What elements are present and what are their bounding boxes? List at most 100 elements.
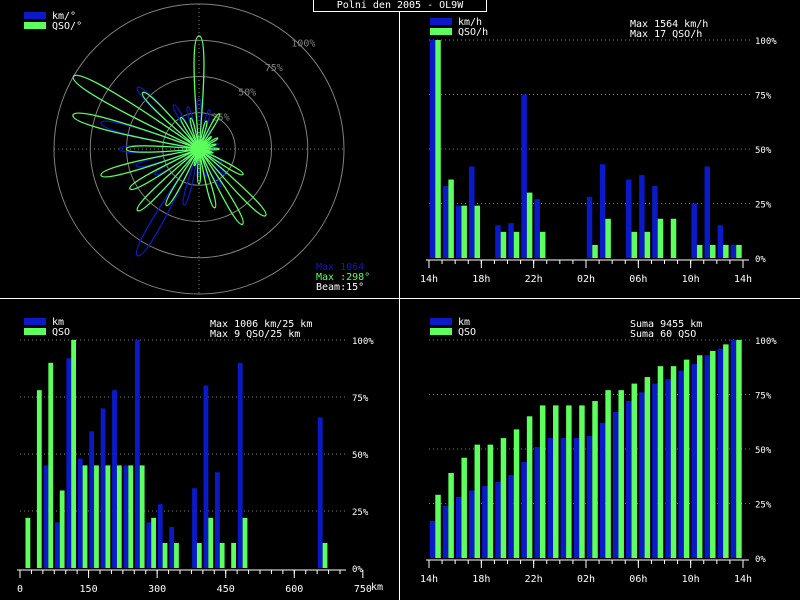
x-tick-label: 750 (354, 584, 372, 595)
legend-swatch (24, 328, 46, 335)
bar-green (723, 244, 729, 258)
y-tick-label: 50% (755, 146, 772, 156)
bar-blue (429, 520, 436, 558)
bar-blue (704, 355, 711, 558)
legend-swatch (430, 28, 452, 35)
bar-green (94, 465, 99, 568)
bar-blue (429, 40, 436, 258)
bar-green (605, 390, 611, 558)
info-text: Suma 60 QSO (630, 329, 696, 340)
bar-green (174, 542, 179, 568)
bar-green (448, 179, 454, 258)
bar-green (696, 244, 703, 258)
bar-blue (469, 490, 475, 558)
x-tick-label: 14h (420, 274, 438, 285)
x-tick-label: 450 (217, 584, 235, 595)
bar-blue (134, 340, 140, 568)
x-tick-label: 22h (525, 274, 543, 285)
y-tick-label: 75% (755, 92, 772, 102)
bar-green (487, 444, 494, 558)
y-tick-label: 25% (755, 501, 772, 511)
bar-blue (112, 390, 117, 568)
bar-green (631, 231, 638, 258)
x-tick-label: 150 (80, 584, 98, 595)
bar-blue (639, 392, 645, 558)
chart-title: Polni den 2005 - OL9W (313, 0, 487, 12)
bar-green (513, 429, 520, 558)
bar-blue (560, 438, 567, 558)
bar-blue (652, 186, 658, 258)
bar-blue (442, 505, 449, 558)
ring-label: 100% (291, 38, 315, 49)
bar-blue (317, 417, 323, 568)
y-tick-label: 100% (755, 37, 777, 47)
bar-blue (691, 203, 697, 258)
bar-green (657, 366, 664, 558)
bar-blue (66, 358, 72, 568)
bar-green (618, 390, 624, 558)
bar-green (513, 231, 520, 258)
bar-green (208, 517, 214, 568)
bar-green (579, 405, 585, 558)
bar-green (48, 362, 54, 568)
bar-green (116, 465, 122, 568)
legend-swatch (24, 22, 46, 29)
bar-blue (203, 385, 209, 568)
bar-green (696, 355, 703, 558)
y-tick-label: 100% (755, 337, 777, 347)
bar-green (322, 542, 328, 568)
bar-green (670, 366, 677, 558)
x-tick-label: 18h (472, 574, 490, 585)
bar-blue (573, 438, 580, 558)
y-tick-label: 0% (755, 255, 766, 265)
bar-blue (442, 186, 449, 258)
x-tick-label: 18h (472, 274, 490, 285)
bar-green (105, 465, 111, 568)
y-tick-label: 25% (352, 508, 369, 518)
ring-label: 75% (265, 63, 283, 74)
bar-blue (599, 164, 606, 258)
x-tick-label: 02h (577, 274, 595, 285)
bar-blue (146, 522, 152, 568)
bar-green (644, 231, 651, 258)
bar-blue (469, 166, 475, 258)
bar-blue (717, 348, 724, 558)
bar-green (670, 218, 677, 258)
bar-green (500, 438, 507, 558)
x-tick-label: 02h (577, 574, 595, 585)
bar-green (553, 405, 559, 558)
bar-green (566, 405, 572, 558)
bar-green (605, 218, 611, 258)
bar-green (196, 542, 202, 568)
x-tick-label: 14h (734, 574, 752, 585)
bar-blue (704, 166, 711, 258)
bar-blue (89, 431, 95, 568)
bar-blue (455, 496, 462, 558)
bar-green (139, 465, 145, 568)
x-tick-label: 600 (285, 584, 303, 595)
bar-blue (214, 472, 220, 568)
ring-label: 25% (212, 112, 230, 123)
bar-blue (639, 175, 645, 258)
bar-blue (192, 488, 197, 568)
bar-green (723, 344, 729, 558)
bar-green (82, 465, 88, 568)
bar-blue (521, 462, 527, 558)
bar-green (644, 377, 651, 558)
bar-blue (455, 205, 462, 258)
bar-blue (521, 94, 527, 258)
bar-blue (547, 438, 554, 558)
bar-blue (626, 179, 632, 258)
bar-green (683, 359, 690, 558)
bar-green (461, 205, 467, 258)
bar-green (461, 457, 467, 558)
legend-label: QSO/° (52, 21, 82, 32)
bar-green (25, 517, 31, 568)
bar-green (526, 416, 533, 558)
y-tick-label: 0% (352, 565, 363, 575)
bar-blue (665, 379, 671, 558)
bar-blue (586, 196, 593, 258)
bar-blue (652, 383, 658, 558)
legend-swatch (430, 328, 452, 335)
bar-green (736, 340, 742, 558)
